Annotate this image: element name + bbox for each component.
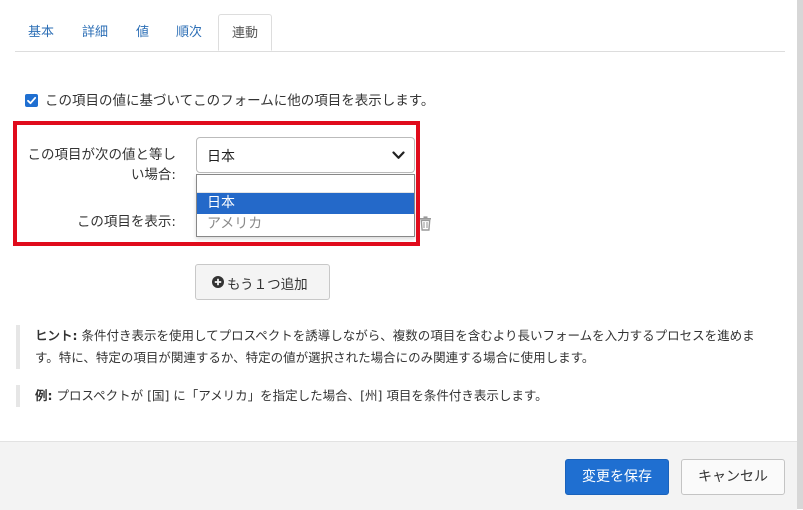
dependency-checkbox[interactable] <box>25 94 38 107</box>
example-line: 例: プロスペクトが [国] に「アメリカ」を指定した場合、[州] 項目を条件付… <box>35 385 801 407</box>
tab-values[interactable]: 値 <box>136 14 149 51</box>
tab-order[interactable]: 順次 <box>176 14 202 51</box>
example-title: 例: <box>35 388 53 403</box>
modal-footer <box>0 441 797 510</box>
dependency-checkbox-label: この項目の値に基づいてこのフォームに他の項目を表示します。 <box>45 93 435 109</box>
example-text: プロスペクトが [国] に「アメリカ」を指定した場合、[州] 項目を条件付き表示… <box>56 388 548 403</box>
add-another-button[interactable]: もう１つ追加 <box>195 264 330 300</box>
highlight-annotation <box>13 121 420 246</box>
tab-details[interactable]: 詳細 <box>82 14 108 51</box>
hint-note: ヒント: 条件付き表示を使用してプロスペクトを誘導しながら、複数の項目を含むより… <box>16 325 801 369</box>
tab-basic[interactable]: 基本 <box>28 14 54 51</box>
example-note: 例: プロスペクトが [国] に「アメリカ」を指定した場合、[州] 項目を条件付… <box>16 385 801 407</box>
add-another-label: もう１つ追加 <box>227 277 308 293</box>
check-icon <box>27 96 37 105</box>
tab-bar: 基本 詳細 値 順次 連動 <box>15 14 785 52</box>
hint-line-2: す。特に、特定の項目が関連するか、特定の値が選択された場合にのみ関連する場合に使… <box>35 350 595 365</box>
plus-circle-icon <box>212 276 224 288</box>
save-changes-button[interactable]: 変更を保存 <box>565 459 669 495</box>
hint-line-1: ヒント: 条件付き表示を使用してプロスペクトを誘導しながら、複数の項目を含むより… <box>35 325 801 347</box>
hint-text-1: 条件付き表示を使用してプロスペクトを誘導しながら、複数の項目を含むより長いフォー… <box>81 328 755 343</box>
hint-title: ヒント: <box>35 328 78 343</box>
tab-dependency[interactable]: 連動 <box>218 14 273 51</box>
cancel-button[interactable]: キャンセル <box>681 459 785 495</box>
trash-icon[interactable] <box>419 216 432 231</box>
scrollbar-edge <box>797 0 803 509</box>
